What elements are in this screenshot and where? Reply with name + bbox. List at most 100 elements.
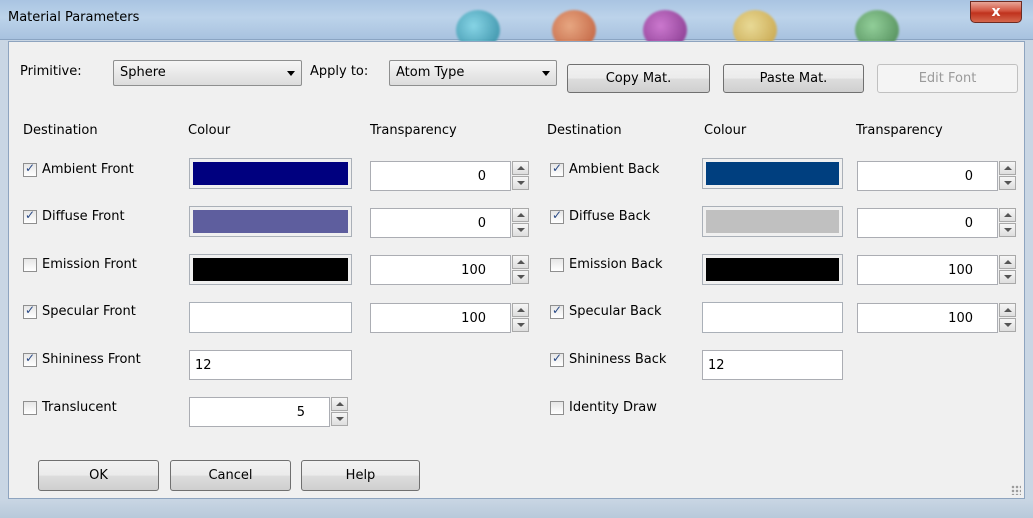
ambient-back-colour-swatch[interactable] bbox=[702, 158, 843, 189]
spin-down-icon[interactable] bbox=[999, 223, 1016, 237]
spin-value: 5 bbox=[296, 405, 305, 420]
spin-down-icon[interactable] bbox=[512, 318, 529, 332]
shininess-back-checkbox[interactable] bbox=[550, 351, 564, 367]
emission-front-checkbox[interactable] bbox=[23, 258, 37, 272]
spin-value: 100 bbox=[948, 263, 973, 278]
shininess-front-input[interactable]: 12 bbox=[189, 350, 352, 380]
spin-up-icon[interactable] bbox=[999, 303, 1016, 317]
diffuse-back-spinner[interactable] bbox=[999, 208, 1016, 237]
primitive-label: Primitive: bbox=[20, 64, 82, 79]
edit-font-button[interactable]: Edit Font bbox=[877, 64, 1018, 93]
ok-button[interactable]: OK bbox=[38, 460, 159, 491]
close-button[interactable]: x bbox=[970, 1, 1022, 23]
spin-value: 100 bbox=[461, 311, 486, 326]
back-destination-header: Destination bbox=[547, 123, 622, 138]
emission-back-transparency-field[interactable]: 100 bbox=[857, 255, 998, 285]
emission-front-colour-swatch[interactable] bbox=[189, 254, 352, 285]
identity-draw-label: Identity Draw bbox=[569, 400, 657, 415]
dialog-client-area: Primitive: Sphere Apply to: Atom Type Co… bbox=[8, 41, 1025, 499]
spin-up-icon[interactable] bbox=[512, 255, 529, 269]
spin-up-icon[interactable] bbox=[999, 255, 1016, 269]
spin-down-icon[interactable] bbox=[512, 176, 529, 190]
emission-front-transparency-field[interactable]: 100 bbox=[370, 255, 511, 285]
ambient-front-checkbox[interactable] bbox=[23, 161, 37, 177]
close-icon: x bbox=[991, 4, 1001, 20]
front-colour-header: Colour bbox=[188, 123, 231, 138]
spin-value: 0 bbox=[964, 216, 973, 231]
specular-front-transparency-field[interactable]: 100 bbox=[370, 303, 511, 333]
translucent-label: Translucent bbox=[42, 400, 117, 415]
emission-back-colour-swatch[interactable] bbox=[702, 254, 843, 285]
emission-front-label: Emission Front bbox=[42, 257, 137, 272]
shininess-front-checkbox[interactable] bbox=[23, 351, 37, 367]
shininess-back-input[interactable]: 12 bbox=[702, 350, 843, 380]
specular-front-spinner[interactable] bbox=[512, 303, 529, 332]
front-transparency-header: Transparency bbox=[370, 123, 457, 138]
identity-draw-checkbox[interactable] bbox=[550, 401, 564, 415]
front-destination-header: Destination bbox=[23, 123, 98, 138]
ambient-front-spinner[interactable] bbox=[512, 161, 529, 190]
ambient-back-checkbox[interactable] bbox=[550, 161, 564, 177]
specular-front-checkbox[interactable] bbox=[23, 303, 37, 319]
spin-down-icon[interactable] bbox=[999, 176, 1016, 190]
ambient-back-transparency-field[interactable]: 0 bbox=[857, 161, 998, 191]
diffuse-back-colour-swatch[interactable] bbox=[702, 206, 843, 237]
specular-back-label: Specular Back bbox=[569, 304, 662, 319]
back-transparency-header: Transparency bbox=[856, 123, 943, 138]
ambient-front-colour-swatch[interactable] bbox=[189, 158, 352, 189]
spin-value: 100 bbox=[948, 311, 973, 326]
ambient-back-spinner[interactable] bbox=[999, 161, 1016, 190]
spin-up-icon[interactable] bbox=[512, 208, 529, 222]
translucent-value-field[interactable]: 5 bbox=[189, 397, 330, 427]
translucent-checkbox[interactable] bbox=[23, 401, 37, 415]
help-button[interactable]: Help bbox=[301, 460, 420, 491]
spin-up-icon[interactable] bbox=[331, 397, 348, 411]
spin-down-icon[interactable] bbox=[512, 270, 529, 284]
diffuse-front-spinner[interactable] bbox=[512, 208, 529, 237]
ambient-front-transparency-field[interactable]: 0 bbox=[370, 161, 511, 191]
swatch-fill bbox=[193, 162, 348, 185]
spin-value: 0 bbox=[477, 216, 486, 231]
specular-back-checkbox[interactable] bbox=[550, 303, 564, 319]
specular-front-colour-swatch[interactable] bbox=[189, 302, 352, 333]
primitive-select-value: Sphere bbox=[120, 65, 166, 80]
cancel-button[interactable]: Cancel bbox=[170, 460, 291, 491]
spin-down-icon[interactable] bbox=[999, 318, 1016, 332]
apply-to-select[interactable]: Atom Type bbox=[389, 60, 557, 86]
diffuse-front-transparency-field[interactable]: 0 bbox=[370, 208, 511, 238]
specular-back-transparency-field[interactable]: 100 bbox=[857, 303, 998, 333]
emission-back-spinner[interactable] bbox=[999, 255, 1016, 284]
swatch-fill bbox=[706, 210, 839, 233]
window-title: Material Parameters bbox=[8, 10, 140, 25]
spin-up-icon[interactable] bbox=[999, 161, 1016, 175]
shininess-back-label: Shininess Back bbox=[569, 352, 667, 367]
spin-up-icon[interactable] bbox=[512, 303, 529, 317]
window-bottom-edge bbox=[0, 499, 1033, 518]
diffuse-front-colour-swatch[interactable] bbox=[189, 206, 352, 237]
copy-material-button[interactable]: Copy Mat. bbox=[567, 64, 710, 93]
emission-back-label: Emission Back bbox=[569, 257, 663, 272]
diffuse-back-transparency-field[interactable]: 0 bbox=[857, 208, 998, 238]
back-colour-header: Colour bbox=[704, 123, 747, 138]
resize-grip-icon[interactable] bbox=[1011, 485, 1021, 495]
paste-material-button[interactable]: Paste Mat. bbox=[723, 64, 864, 93]
spin-down-icon[interactable] bbox=[999, 270, 1016, 284]
specular-back-colour-swatch[interactable] bbox=[702, 302, 843, 333]
swatch-fill bbox=[706, 306, 839, 329]
spin-down-icon[interactable] bbox=[512, 223, 529, 237]
spin-down-icon[interactable] bbox=[331, 412, 348, 426]
diffuse-front-checkbox[interactable] bbox=[23, 208, 37, 224]
ambient-back-label: Ambient Back bbox=[569, 162, 660, 177]
spin-up-icon[interactable] bbox=[999, 208, 1016, 222]
emission-front-spinner[interactable] bbox=[512, 255, 529, 284]
primitive-select[interactable]: Sphere bbox=[113, 60, 302, 86]
diffuse-back-checkbox[interactable] bbox=[550, 208, 564, 224]
shininess-front-label: Shininess Front bbox=[42, 352, 141, 367]
apply-to-label: Apply to: bbox=[310, 64, 369, 79]
specular-back-spinner[interactable] bbox=[999, 303, 1016, 332]
translucent-spinner[interactable] bbox=[331, 397, 348, 426]
emission-back-checkbox[interactable] bbox=[550, 258, 564, 272]
ambient-front-label: Ambient Front bbox=[42, 162, 134, 177]
chevron-down-icon bbox=[542, 71, 550, 76]
spin-up-icon[interactable] bbox=[512, 161, 529, 175]
